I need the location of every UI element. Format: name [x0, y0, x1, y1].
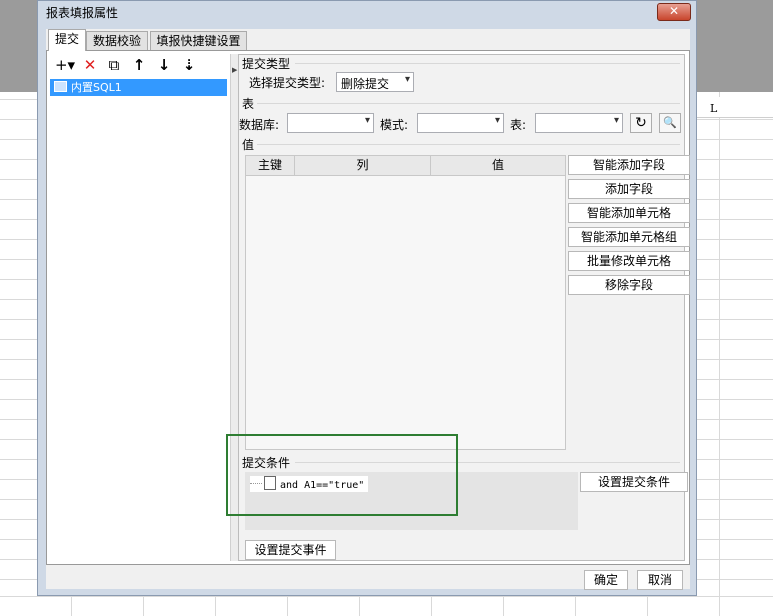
submit-type-value: 删除提交 — [341, 77, 390, 91]
chevron-down-icon: ▾ — [613, 115, 619, 126]
set-condition-button[interactable]: 设置提交条件 — [580, 472, 688, 492]
column-letter: L — [710, 102, 718, 115]
table-section-label: 表 — [242, 97, 255, 111]
refresh-button[interactable]: ↻ — [630, 113, 652, 133]
column-header-value[interactable]: 值 — [431, 156, 565, 175]
delete-icon[interactable]: ✕ — [80, 56, 100, 74]
value-section-label: 值 — [242, 138, 255, 152]
submit-list-pane: +▾ ✕ ⧉ ↑ ↓ ⇣ 内置SQL1 — [50, 54, 230, 561]
section-divider — [295, 63, 680, 64]
smart-add-cell-button[interactable]: 智能添加单元格 — [568, 203, 690, 223]
spreadsheet-bottom-row — [0, 596, 773, 616]
refresh-icon: ↻ — [635, 115, 647, 131]
section-divider — [257, 144, 680, 145]
submit-type-select[interactable]: 删除提交 ▾ — [336, 72, 414, 92]
smart-add-cell-group-button[interactable]: 智能添加单元格组 — [568, 227, 690, 247]
tab-shortcut-settings[interactable]: 填报快捷键设置 — [150, 31, 247, 50]
schema-label: 模式: — [380, 118, 409, 132]
title-bar: 报表填报属性 ✕ — [38, 1, 696, 23]
tab-submit[interactable]: 提交 — [48, 29, 86, 51]
highlight-box — [226, 434, 458, 516]
set-submit-event-button[interactable]: 设置提交事件 — [245, 540, 336, 560]
submit-type-label: 选择提交类型: — [249, 76, 326, 90]
tree-item-label: 内置SQL1 — [71, 81, 122, 94]
preview-button[interactable]: 🔍 — [659, 113, 681, 133]
move-down-icon[interactable]: ↓ — [154, 56, 174, 74]
tree-item-sql1[interactable]: 内置SQL1 — [50, 79, 227, 96]
field-mapping-table[interactable]: 主键 列 值 — [245, 155, 566, 450]
table-select[interactable]: ▾ — [535, 113, 623, 133]
add-icon[interactable]: +▾ — [52, 56, 78, 74]
submit-type-section-label: 提交类型 — [242, 57, 291, 71]
database-select[interactable]: ▾ — [287, 113, 374, 133]
section-divider — [257, 103, 680, 104]
collapse-arrow-icon[interactable]: ▶ — [232, 66, 237, 74]
column-header-column[interactable]: 列 — [295, 156, 431, 175]
smart-add-field-button[interactable]: 智能添加字段 — [568, 155, 690, 175]
column-header — [690, 97, 773, 118]
database-label: 数据库: — [239, 118, 280, 132]
chevron-down-icon: ▾ — [494, 115, 500, 126]
cancel-button[interactable]: 取消 — [637, 570, 683, 590]
database-icon — [54, 81, 67, 92]
ok-button[interactable]: 确定 — [584, 570, 628, 590]
copy-icon[interactable]: ⧉ — [104, 56, 124, 74]
column-header-primary-key[interactable]: 主键 — [246, 156, 295, 175]
table-label: 表: — [510, 118, 527, 132]
chevron-down-icon: ▾ — [404, 74, 410, 85]
move-up-icon[interactable]: ↑ — [129, 56, 149, 74]
schema-select[interactable]: ▾ — [417, 113, 504, 133]
close-button[interactable]: ✕ — [657, 3, 691, 21]
remove-field-button[interactable]: 移除字段 — [568, 275, 690, 295]
list-toolbar: +▾ ✕ ⧉ ↑ ↓ ⇣ — [50, 54, 230, 76]
dialog-title: 报表填报属性 — [46, 6, 119, 20]
preview-icon: 🔍 — [663, 116, 677, 129]
chevron-down-icon: ▾ — [364, 115, 370, 126]
tab-data-validation[interactable]: 数据校验 — [86, 31, 148, 50]
batch-modify-cells-button[interactable]: 批量修改单元格 — [568, 251, 690, 271]
sort-icon[interactable]: ⇣ — [179, 56, 199, 74]
table-header: 主键 列 值 — [246, 156, 565, 176]
add-field-button[interactable]: 添加字段 — [568, 179, 690, 199]
